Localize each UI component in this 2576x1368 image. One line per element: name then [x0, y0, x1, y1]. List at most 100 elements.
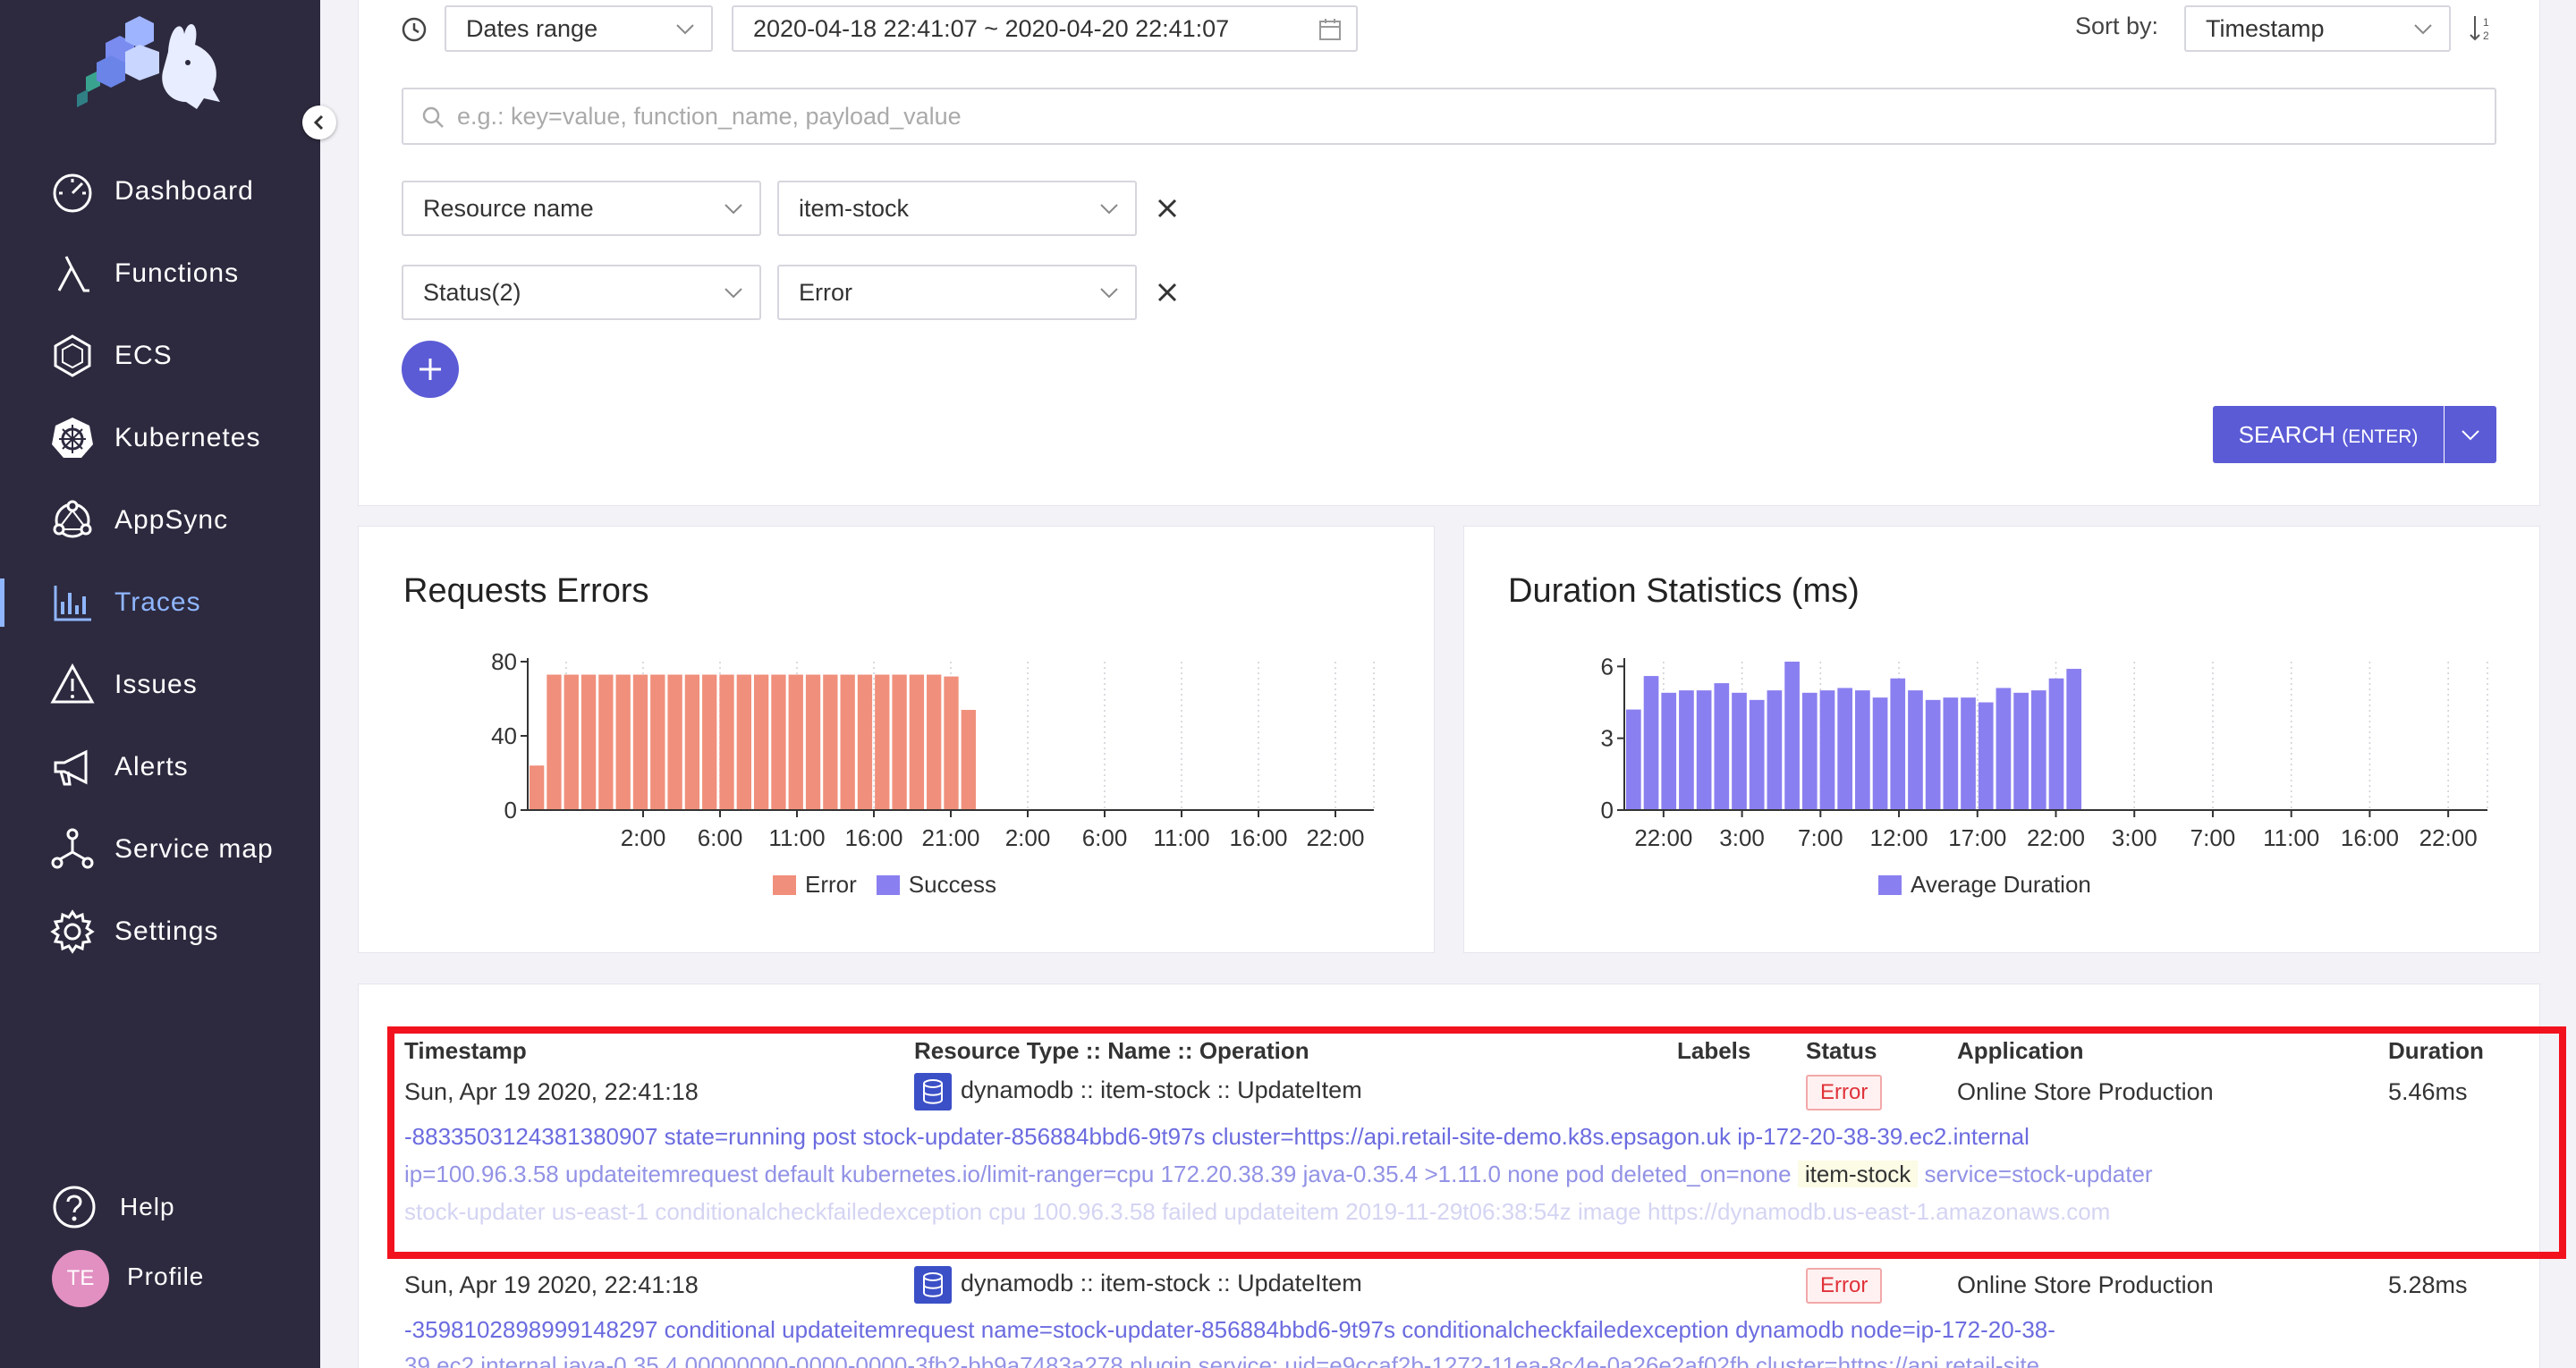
condition-value-select[interactable]: Error	[777, 265, 1137, 320]
x-tick-label: 22:00	[2027, 824, 2085, 851]
x-tick-label: 12:00	[1870, 824, 1928, 851]
collapse-sidebar-button[interactable]	[302, 106, 336, 139]
calendar-icon	[1319, 19, 1341, 40]
x-tick-label: 2:00	[1005, 824, 1051, 851]
sidebar-item-traces[interactable]: Traces	[0, 561, 320, 643]
sidebar-item-kubernetes[interactable]: Kubernetes	[0, 396, 320, 478]
legend-label-success: Success	[908, 871, 997, 898]
remove-condition-icon[interactable]	[1154, 279, 1181, 306]
sort-label: Sort by:	[2075, 13, 2159, 39]
bar	[753, 674, 769, 810]
bar	[2048, 678, 2064, 810]
time-mode-value: Dates range	[466, 15, 598, 42]
sidebar-item-label: AppSync	[114, 505, 229, 535]
bar	[1784, 662, 1800, 810]
x-tick-label: 22:00	[1306, 824, 1364, 851]
row-timestamp: Sun, Apr 19 2020, 22:41:18	[404, 1271, 699, 1298]
gear-icon	[50, 909, 95, 954]
help-link[interactable]: Help	[0, 1165, 320, 1247]
chevron-down-icon	[2462, 430, 2479, 441]
bar	[1679, 690, 1694, 810]
sidebar-item-service-map[interactable]: Service map	[0, 807, 320, 890]
bar	[875, 674, 890, 810]
bar	[530, 765, 545, 810]
sort-order-icon[interactable]: 12	[2469, 14, 2496, 43]
sidebar-item-issues[interactable]: Issues	[0, 643, 320, 725]
search-button[interactable]: SEARCH (ENTER)	[2213, 406, 2444, 463]
sort-select[interactable]: Timestamp	[2184, 5, 2451, 52]
chart-legend: Average Duration	[1878, 871, 2091, 899]
warning-triangle-icon	[50, 663, 95, 704]
sidebar-item-label: ECS	[114, 341, 173, 370]
x-tick-label: 22:00	[1634, 824, 1692, 851]
bar	[1855, 690, 1870, 810]
sidebar-item-appsync[interactable]: AppSync	[0, 478, 320, 561]
x-tick-label: 22:00	[2419, 824, 2478, 851]
bar	[1696, 690, 1712, 810]
chevron-down-icon	[2414, 24, 2432, 35]
search-options-dropdown[interactable]	[2445, 406, 2496, 463]
condition-value: item-stock	[799, 195, 910, 222]
x-tick-label: 16:00	[1229, 824, 1287, 851]
chart-title: Duration Statistics (ms)	[1508, 572, 1860, 610]
bar	[1767, 690, 1783, 810]
legend-swatch-average-duration	[1878, 874, 1902, 895]
bar	[1749, 699, 1765, 810]
date-range-picker[interactable]: 2020-04-18 22:41:07 ~ 2020-04-20 22:41:0…	[732, 5, 1358, 52]
row-log-line: -3598102898999148297 conditional updatei…	[404, 1316, 2055, 1343]
lambda-icon	[57, 256, 89, 292]
bar	[1801, 692, 1818, 810]
search-button-label: SEARCH	[2238, 421, 2335, 448]
sidebar-item-label: Alerts	[114, 752, 189, 781]
bar	[632, 674, 648, 810]
sidebar-item-ecs[interactable]: ECS	[0, 314, 320, 396]
bar	[1661, 692, 1677, 810]
legend-swatch-success	[876, 874, 900, 895]
sort-value: Timestamp	[2206, 15, 2325, 42]
bar	[927, 674, 942, 810]
time-mode-select[interactable]: Dates range	[445, 5, 713, 52]
bar	[1996, 688, 2012, 810]
sidebar-item-functions[interactable]: Functions	[0, 232, 320, 314]
add-condition-button[interactable]	[402, 341, 459, 398]
sidebar-item-dashboard[interactable]: Dashboard	[0, 149, 320, 232]
y-tick-label: 0	[1601, 797, 1614, 823]
chevron-down-icon	[1100, 204, 1118, 215]
chevron-down-icon	[1100, 288, 1118, 299]
profile-label: Profile	[127, 1262, 205, 1290]
bar	[564, 674, 579, 810]
row-duration: 5.28ms	[2388, 1271, 2468, 1298]
bar	[719, 674, 734, 810]
x-tick-label: 7:00	[2190, 824, 2236, 851]
sidebar-item-settings[interactable]: Settings	[0, 890, 320, 972]
condition-field-select[interactable]: Resource name	[402, 181, 761, 236]
sidebar-item-label: Kubernetes	[114, 423, 261, 452]
x-tick-label: 11:00	[768, 824, 825, 851]
bar	[684, 674, 700, 810]
condition-value-select[interactable]: item-stock	[777, 181, 1137, 236]
sidebar-item-label: Service map	[114, 834, 274, 864]
bar	[598, 674, 614, 810]
search-input[interactable]: e.g.: key=value, function_name, payload_…	[402, 88, 2496, 145]
y-tick-label: 3	[1601, 725, 1614, 752]
sidebar-item-label: Issues	[114, 670, 198, 699]
bar	[840, 674, 855, 810]
sidebar-item-alerts[interactable]: Alerts	[0, 725, 320, 807]
condition-field-value: Resource name	[423, 195, 594, 222]
bar	[2030, 690, 2046, 810]
bar	[1837, 688, 1853, 810]
sidebar-item-label: Settings	[114, 916, 219, 946]
appsync-icon	[53, 500, 92, 538]
bar-chart-icon	[54, 586, 91, 621]
bar	[667, 674, 682, 810]
bar	[1643, 676, 1659, 810]
sidebar-item-label: Traces	[114, 587, 201, 617]
chevron-down-icon	[724, 288, 742, 299]
row-log-line: 39.ec2.internal java-0.35.4 00000000-000…	[404, 1352, 2040, 1368]
avatar[interactable]: TE	[52, 1250, 109, 1307]
remove-condition-icon[interactable]	[1154, 195, 1181, 222]
bar	[2066, 669, 2082, 810]
sidebar-item-label: Dashboard	[114, 176, 254, 206]
bar	[1890, 678, 1906, 810]
condition-field-select[interactable]: Status(2)	[402, 265, 761, 320]
